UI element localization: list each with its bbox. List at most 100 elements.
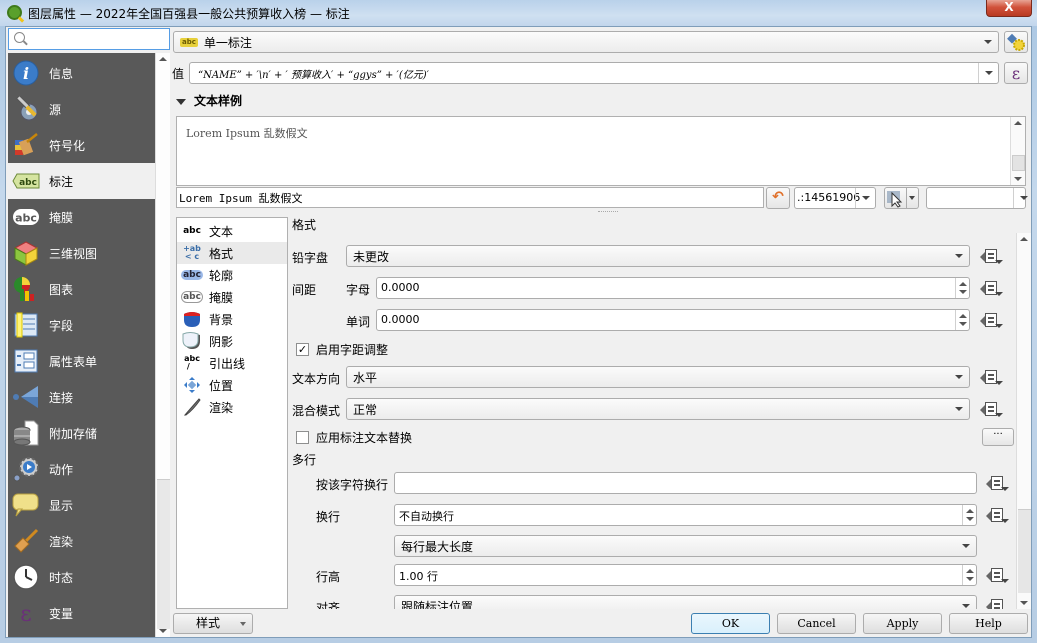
spinbox-arrows[interactable]	[955, 310, 969, 330]
search-box[interactable]	[8, 28, 170, 50]
sidebar-item-display[interactable]: 显示	[8, 487, 155, 523]
sidebar-item-symbology[interactable]: 符号化	[8, 127, 155, 163]
apply-button[interactable]: Apply	[863, 613, 942, 634]
preview-background-dropdown[interactable]	[907, 187, 919, 209]
labels-icon: abc	[12, 167, 40, 195]
tab-label: 轮廓	[209, 268, 234, 283]
substitutions-checkbox[interactable]	[296, 431, 309, 444]
text-orientation-value: 水平	[353, 370, 378, 385]
scroll-up-icon[interactable]	[159, 57, 167, 61]
reset-sample-button[interactable]: ↶	[766, 187, 790, 209]
line-height-input[interactable]: 1.00 行	[394, 564, 977, 586]
text-orientation-select[interactable]: 水平	[346, 366, 970, 388]
wrap-character-label: 按该字符换行	[316, 478, 389, 492]
scroll-down-icon[interactable]	[1020, 601, 1028, 605]
data-defined-override-button[interactable]	[986, 506, 1010, 526]
data-defined-override-button[interactable]	[980, 279, 1004, 299]
sidebar-item-temporal[interactable]: 时态	[8, 559, 155, 595]
help-button[interactable]: Help	[949, 613, 1028, 634]
tab-label: 渲染	[209, 400, 234, 415]
type-case-select[interactable]: 未更改	[346, 245, 970, 267]
sidebar-item-source[interactable]: 源	[8, 91, 155, 127]
sidebar-item-rendering[interactable]: 渲染	[8, 523, 155, 559]
wrap-mode-select[interactable]: 每行最大长度	[394, 535, 977, 557]
wrap-character-input[interactable]	[394, 472, 977, 494]
sidebar-scrollbar[interactable]	[155, 53, 170, 637]
word-spacing-input[interactable]: 0.0000	[376, 309, 970, 331]
sample-text-input[interactable]	[176, 187, 764, 208]
scroll-thumb[interactable]	[1012, 155, 1025, 171]
scale-value: .:14561906	[797, 191, 861, 204]
preview-scrollbar[interactable]	[1010, 117, 1025, 185]
sidebar-item-joins[interactable]: 连接	[8, 379, 155, 415]
value-expression-input[interactable]: “NAME” + ′\n′ + ′ 预算收入′ + “ggys” + ′(亿元)…	[189, 62, 999, 84]
sidebar-item-actions[interactable]: 动作	[8, 451, 155, 487]
tab-buffer[interactable]: abc 轮廓	[177, 264, 287, 286]
blend-mode-label: 混合模式	[292, 404, 341, 418]
tab-shadow[interactable]: 阴影	[177, 330, 287, 352]
scroll-thumb[interactable]	[1018, 509, 1031, 593]
sidebar-item-label: 符号化	[49, 138, 86, 153]
blend-mode-select[interactable]: 正常	[346, 398, 970, 420]
text-preview: Lorem Ipsum 乱数假文	[176, 116, 1026, 186]
sidebar-item-fields[interactable]: 字段	[8, 307, 155, 343]
tab-formatting[interactable]: +ab < c 格式	[177, 242, 287, 264]
sidebar-item-labels[interactable]: abc 标注	[8, 163, 155, 199]
labeling-mode-select[interactable]: abc 单一标注	[173, 31, 999, 53]
data-defined-override-button[interactable]	[980, 311, 1004, 331]
scroll-down-icon[interactable]	[1014, 177, 1022, 181]
tab-rendering[interactable]: 渲染	[177, 396, 287, 418]
sidebar-item-mask[interactable]: abc 掩膜	[8, 199, 155, 235]
formatting-scrollbar[interactable]	[1016, 233, 1031, 609]
tab-text[interactable]: abc 文本	[177, 220, 287, 242]
data-defined-override-button[interactable]	[980, 247, 1004, 267]
preview-scale-select[interactable]: .:14561906	[794, 187, 876, 209]
data-defined-override-button[interactable]	[986, 474, 1010, 494]
substitutions-more-button[interactable]: ···	[982, 428, 1014, 446]
data-defined-override-button[interactable]	[986, 597, 1010, 609]
cancel-button[interactable]: Cancel	[777, 613, 856, 634]
chevron-down-icon	[956, 596, 976, 609]
sidebar-item-label: 显示	[49, 498, 74, 513]
preview-color-select[interactable]	[926, 187, 1028, 209]
spinbox-arrows[interactable]	[962, 565, 976, 585]
kerning-checkbox[interactable]: ✓	[296, 343, 309, 356]
scroll-up-icon[interactable]	[1014, 121, 1022, 125]
scroll-down-icon[interactable]	[159, 629, 167, 633]
formatting-panel: 格式 铅字盘 未更改 间距 字母 0.0000 单词 0.0000 ✓ 启用字距…	[290, 217, 1015, 609]
epsilon-icon: ε	[1011, 63, 1021, 83]
data-defined-override-button[interactable]	[986, 566, 1010, 586]
data-defined-override-button[interactable]	[980, 400, 1004, 420]
sidebar-item-variables[interactable]: ε 变量	[8, 595, 155, 631]
style-menu-button[interactable]: 样式	[173, 613, 253, 634]
rule-settings-button[interactable]	[1004, 31, 1028, 53]
preview-background-button[interactable]	[884, 187, 907, 209]
tab-placement[interactable]: 位置	[177, 374, 287, 396]
data-defined-override-button[interactable]	[980, 368, 1004, 388]
sidebar-item-attributes-form[interactable]: 属性表单	[8, 343, 155, 379]
tab-mask[interactable]: abc 掩膜	[177, 286, 287, 308]
sidebar-item-3d-view[interactable]: 三维视图	[8, 235, 155, 271]
text-sample-header[interactable]: 文本样例	[176, 92, 242, 109]
sidebar-item-auxiliary-storage[interactable]: 附加存储	[8, 415, 155, 451]
tab-background[interactable]: 背景	[177, 308, 287, 330]
splitter-handle[interactable]	[598, 211, 618, 213]
symbology-icon	[12, 131, 40, 159]
search-input[interactable]	[33, 31, 163, 47]
kerning-label: 启用字距调整	[316, 343, 389, 357]
sidebar-item-diagrams[interactable]: 图表	[8, 271, 155, 307]
shadow-icon	[181, 332, 203, 349]
letter-spacing-input[interactable]: 0.0000	[376, 277, 970, 299]
tab-callouts[interactable]: abc / 引出线	[177, 352, 287, 374]
scroll-thumb[interactable]	[157, 479, 170, 629]
spinbox-arrows[interactable]	[955, 278, 969, 298]
scroll-up-icon[interactable]	[1020, 237, 1028, 241]
expression-builder-button[interactable]: ε	[1004, 62, 1028, 84]
wrap-length-input[interactable]: 不自动换行	[394, 504, 977, 526]
spinbox-arrows[interactable]	[962, 505, 976, 525]
alignment-select[interactable]: 跟随标注位置	[394, 595, 977, 609]
close-button[interactable]: X	[986, 0, 1032, 17]
ok-button[interactable]: OK	[691, 613, 770, 634]
sidebar-item-label: 三维视图	[49, 246, 98, 261]
sidebar-item-information[interactable]: i 信息	[8, 55, 155, 91]
